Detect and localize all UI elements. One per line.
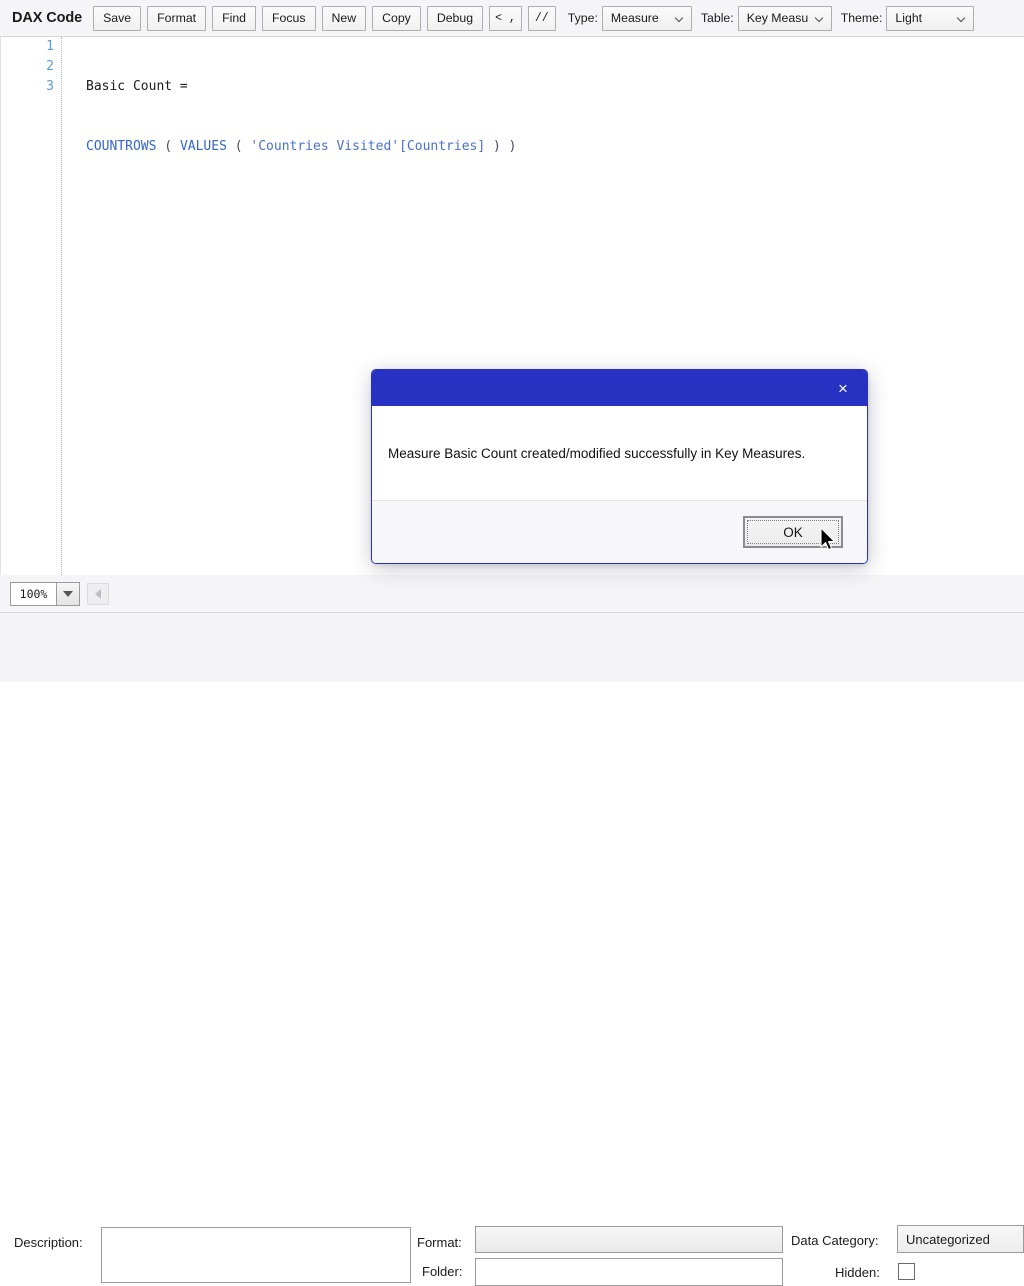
folder-label: Folder: [422,1264,463,1279]
new-button[interactable]: New [321,5,367,31]
line-number: 3 [46,79,54,94]
paren-open: ( [156,139,180,154]
type-dropdown[interactable]: Measure [601,5,692,31]
format-label: Format: [417,1235,462,1250]
theme-dropdown-value: Light [895,11,923,25]
theme-label: Theme: [840,11,883,25]
data-category-label: Data Category: [791,1233,879,1248]
focus-button[interactable]: Focus [262,5,316,31]
assignment-operator: = [172,79,188,94]
table-dropdown-value: Key Measu [746,11,809,25]
scroll-left-button[interactable] [87,582,109,605]
dialog-message: Measure Basic Count created/modified suc… [388,445,806,461]
success-dialog: × Measure Basic Count created/modified s… [371,369,868,564]
chevron-down-icon [676,14,685,23]
description-label: Description: [14,1235,83,1250]
zoom-level-value[interactable]: 100% [10,581,56,606]
app-title: DAX Code [12,10,83,26]
format-input[interactable] [475,1226,783,1253]
ok-button[interactable]: OK [743,516,843,548]
dialog-body: Measure Basic Count created/modified suc… [372,406,867,500]
type-label: Type: [567,11,598,25]
data-category-dropdown[interactable]: Uncategorized [897,1225,1024,1253]
dialog-title-bar: × [372,370,867,406]
dialog-footer: OK [372,500,867,563]
zoom-dropdown-button[interactable] [56,581,80,606]
code-line-1: Basic Count = [86,77,1024,97]
folder-input[interactable] [475,1258,783,1286]
dax-function-values: VALUES [179,139,227,154]
copy-button[interactable]: Copy [372,5,421,31]
table-dropdown[interactable]: Key Measu [737,5,832,31]
leading-comma-button[interactable]: < , [489,5,522,31]
line-number-gutter: 1 2 3 [21,37,62,575]
dax-function-countrows: COUNTROWS [86,139,157,154]
line-number: 2 [46,59,54,74]
find-button[interactable]: Find [212,5,256,31]
table-label: Table: [700,11,734,25]
measure-name: Basic Count [86,79,173,94]
toolbar: DAX Code Save Format Find Focus New Copy… [0,0,1024,37]
triangle-left-icon [95,588,101,599]
properties-panel: Description: Format: Folder: Data Catego… [0,612,1024,1286]
format-button[interactable]: Format [147,5,207,31]
paren-open: ( [226,139,251,154]
ok-button-label: OK [783,524,803,540]
paren-close: ) ) [485,139,517,154]
triangle-down-icon [63,590,73,597]
close-icon[interactable]: × [831,376,855,400]
code-line-2: COUNTROWS ( VALUES ( 'Countries Visited'… [86,137,1024,157]
chevron-down-icon [958,14,967,23]
hidden-label: Hidden: [835,1265,880,1280]
status-bar: 100% [0,575,1024,612]
comment-button[interactable]: // [527,5,556,31]
table-column-reference: 'Countries Visited'[Countries] [250,139,486,154]
save-button[interactable]: Save [93,5,142,31]
line-number: 1 [46,39,54,54]
debug-button[interactable]: Debug [426,5,484,31]
data-category-value: Uncategorized [906,1231,990,1247]
chevron-down-icon [816,14,825,23]
code-content[interactable]: Basic Count = COUNTROWS ( VALUES ( 'Coun… [86,37,1024,257]
theme-dropdown[interactable]: Light [886,5,975,31]
type-dropdown-value: Measure [610,11,659,25]
description-input[interactable] [101,1227,411,1283]
hidden-checkbox[interactable] [898,1263,915,1280]
